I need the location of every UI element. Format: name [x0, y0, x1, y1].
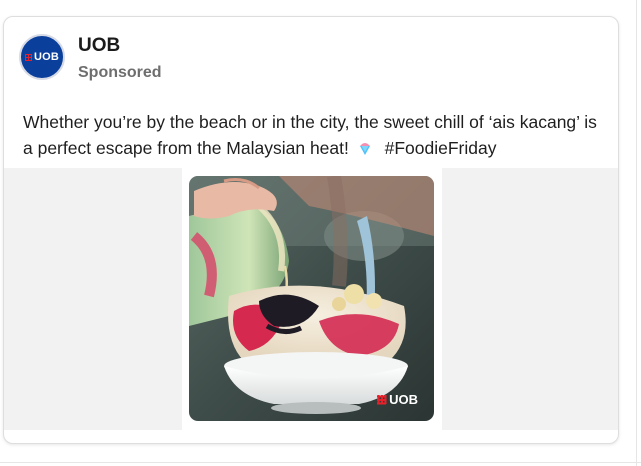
post-image[interactable]: UOB [189, 176, 434, 421]
sponsored-post-card: UOB UOB Sponsored Whether you’re by the … [3, 16, 619, 444]
author-avatar[interactable]: UOB [19, 34, 65, 80]
watermark-text: UOB [389, 392, 418, 407]
shaved-ice-icon [359, 143, 370, 155]
avatar-logo-text: UOB [33, 51, 60, 63]
uob-logo: UOB [24, 51, 60, 63]
uob-watermark: UOB [377, 392, 418, 407]
uob-watermark-mark-icon [377, 395, 387, 404]
post-caption: Whether you’re by the beach or in the ci… [23, 109, 608, 161]
sponsored-label: Sponsored [78, 64, 162, 81]
feed-divider-right [636, 0, 637, 466]
uob-logo-mark-icon [24, 53, 32, 61]
feed-divider-bottom [0, 462, 641, 463]
post-body-text: Whether you’re by the beach or in the ci… [23, 112, 597, 158]
hashtag-link[interactable]: #FoodieFriday [385, 138, 497, 158]
author-name[interactable]: UOB [78, 35, 120, 57]
ais-kacang-photo [189, 176, 434, 421]
